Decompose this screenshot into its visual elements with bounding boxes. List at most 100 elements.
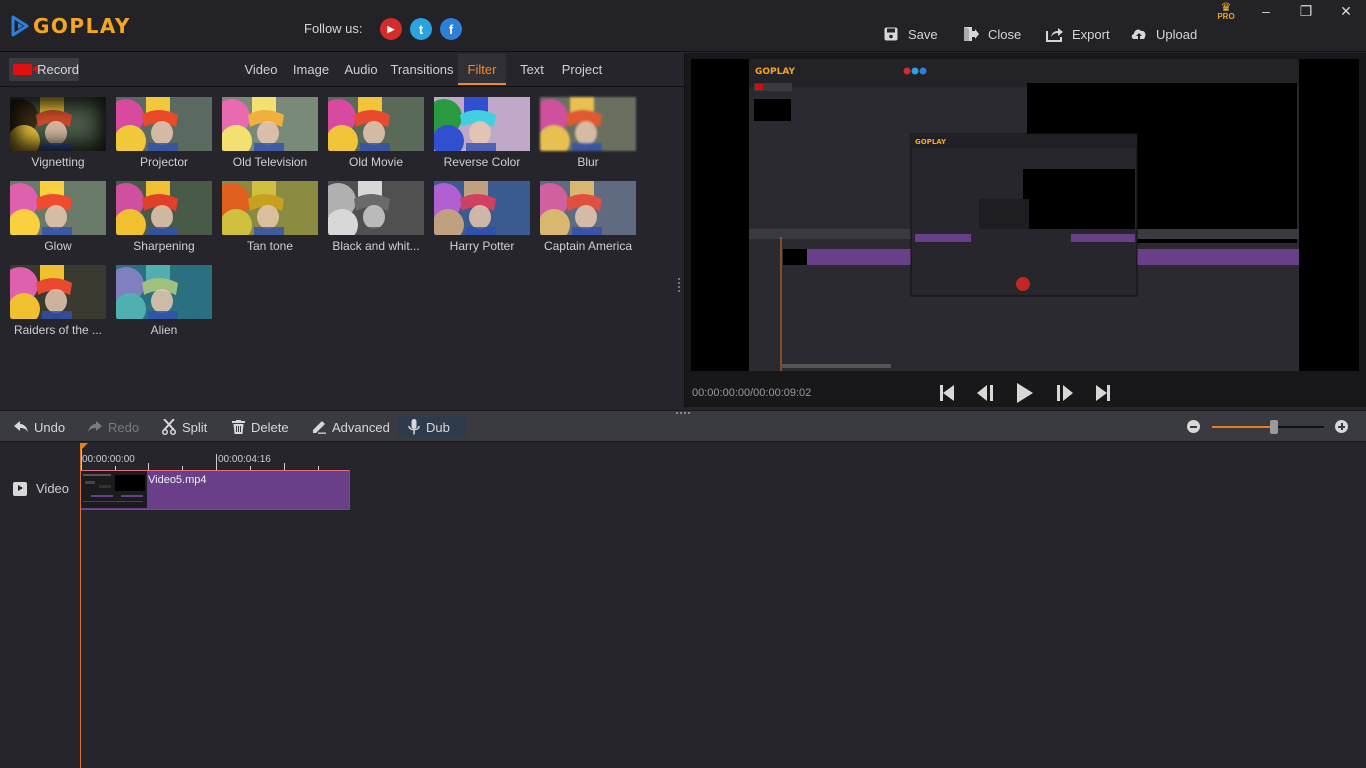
upload-button[interactable]: Upload (1130, 26, 1197, 42)
filter-thumbnail (116, 181, 212, 235)
filter-preview-image (434, 97, 530, 151)
dub-button[interactable]: Dub (398, 416, 466, 438)
app-logo: GOPLAY (10, 14, 131, 38)
filter-item[interactable]: Raiders of the ... (10, 265, 106, 337)
trash-icon (232, 420, 245, 434)
advanced-button[interactable]: Advanced (308, 416, 394, 438)
playhead-line[interactable] (80, 443, 81, 768)
exit-icon (962, 26, 980, 42)
video-track-label: Video (36, 481, 70, 496)
play-icon (1017, 383, 1033, 403)
filter-item[interactable]: Harry Potter (434, 181, 530, 253)
camera-icon (13, 64, 39, 75)
facebook-icon[interactable]: f (440, 18, 462, 40)
ruler-tick (284, 463, 285, 470)
save-icon (882, 26, 900, 42)
filter-thumbnail (328, 97, 424, 151)
filter-item[interactable]: Black and whit... (328, 181, 424, 253)
filter-preview-image (328, 181, 424, 235)
pro-label: PRO (1217, 12, 1235, 21)
filter-preview-image (10, 265, 106, 319)
filter-label: Projector (139, 155, 189, 169)
facebook-glyph: f (448, 21, 454, 37)
filter-item[interactable]: Old Movie (328, 97, 424, 169)
tab-transitions[interactable]: Transitions (388, 54, 456, 85)
filter-thumbnail (10, 181, 106, 235)
undo-label: Undo (34, 419, 66, 435)
follow-us-label: Follow us: (304, 21, 363, 36)
previous-frame-button[interactable] (975, 383, 997, 403)
zoom-slider-handle[interactable] (1269, 420, 1278, 434)
tab-text[interactable]: Text (514, 54, 550, 85)
timeline-resize-handle[interactable] (676, 412, 690, 414)
filter-preview-image (328, 97, 424, 151)
preview-timecode: 00:00:00:00/00:00:09:02 (692, 387, 812, 399)
filter-item[interactable]: Glow (10, 181, 106, 253)
close-window-button[interactable]: ✕ (1334, 2, 1358, 20)
tab-project[interactable]: Project (558, 54, 606, 85)
filter-preview-image (222, 181, 318, 235)
title-bar: GOPLAY Follow us: ▶ t f ♛ PRO – ❐ ✕ Save… (0, 0, 1366, 52)
filter-label: Black and whit... (332, 239, 420, 253)
filter-item[interactable]: Blur (540, 97, 636, 169)
save-button[interactable]: Save (882, 26, 938, 42)
logo-mark-icon (11, 15, 29, 37)
minimize-button[interactable]: – (1254, 2, 1278, 20)
microphone-icon (408, 419, 420, 435)
skip-to-start-button[interactable] (936, 383, 958, 403)
export-button[interactable]: Export (1046, 26, 1110, 42)
skip-to-start-icon (940, 385, 954, 401)
panel-resize-handle[interactable] (678, 278, 681, 294)
filter-preview-image (540, 181, 636, 235)
filter-thumbnail (116, 265, 212, 319)
filter-item[interactable]: Reverse Color (434, 97, 530, 169)
tab-image[interactable]: Image (289, 54, 333, 85)
filter-preview-image (10, 181, 106, 235)
tab-audio[interactable]: Audio (340, 54, 382, 85)
advanced-label: Advanced (332, 419, 390, 435)
filter-item[interactable]: Old Television (222, 97, 318, 169)
clip-name: Video5.mp4 (148, 474, 207, 486)
filter-item[interactable]: Captain America (540, 181, 636, 253)
filter-item[interactable]: Vignetting (10, 97, 106, 169)
undo-button[interactable]: Undo (10, 416, 69, 438)
video-track-icon (13, 481, 27, 496)
svg-text:GOPLAY: GOPLAY (755, 67, 795, 77)
ruler-tick (148, 463, 149, 470)
playhead-marker[interactable] (80, 443, 88, 451)
filter-preview-image (222, 97, 318, 151)
timeline-zoom-slider[interactable] (1212, 420, 1324, 434)
skip-to-end-button[interactable] (1092, 383, 1114, 403)
youtube-glyph: ▶ (387, 23, 395, 34)
play-button[interactable] (1014, 383, 1036, 403)
redo-button[interactable]: Redo (84, 416, 143, 438)
preview-screen[interactable]: GOPLAY GOPLAY (691, 59, 1359, 371)
split-button[interactable]: Split (158, 416, 211, 438)
restore-button[interactable]: ❐ (1294, 2, 1318, 20)
close-project-button[interactable]: Close (962, 26, 1021, 42)
zoom-slider-fill (1212, 426, 1274, 428)
export-label: Export (1072, 26, 1110, 42)
tab-video[interactable]: Video (240, 54, 282, 85)
filter-item[interactable]: Tan tone (222, 181, 318, 253)
pencil-icon (312, 420, 326, 434)
record-button[interactable]: Record (9, 58, 79, 81)
youtube-icon[interactable]: ▶ (380, 18, 402, 40)
filter-thumbnail (540, 97, 636, 151)
zoom-in-icon[interactable] (1335, 420, 1348, 433)
pro-badge[interactable]: ♛ PRO (1215, 1, 1237, 21)
filter-item[interactable]: Projector (116, 97, 212, 169)
filter-label: Old Movie (348, 155, 404, 169)
timeline-ruler[interactable]: 00:00:00:00 00:00:04:16 (81, 443, 351, 470)
video-clip[interactable]: Video5.mp4 (80, 470, 350, 510)
twitter-icon[interactable]: t (410, 18, 432, 40)
library-tab-bar: Record Video Image Audio Transitions Fil… (0, 53, 684, 87)
filter-thumbnail (116, 97, 212, 151)
filter-item[interactable]: Sharpening (116, 181, 212, 253)
next-frame-button[interactable] (1053, 383, 1075, 403)
tab-filter[interactable]: Filter (458, 54, 506, 85)
filter-thumbnail (10, 265, 106, 319)
filter-item[interactable]: Alien (116, 265, 212, 337)
delete-button[interactable]: Delete (228, 416, 293, 438)
zoom-out-icon[interactable] (1187, 420, 1200, 433)
